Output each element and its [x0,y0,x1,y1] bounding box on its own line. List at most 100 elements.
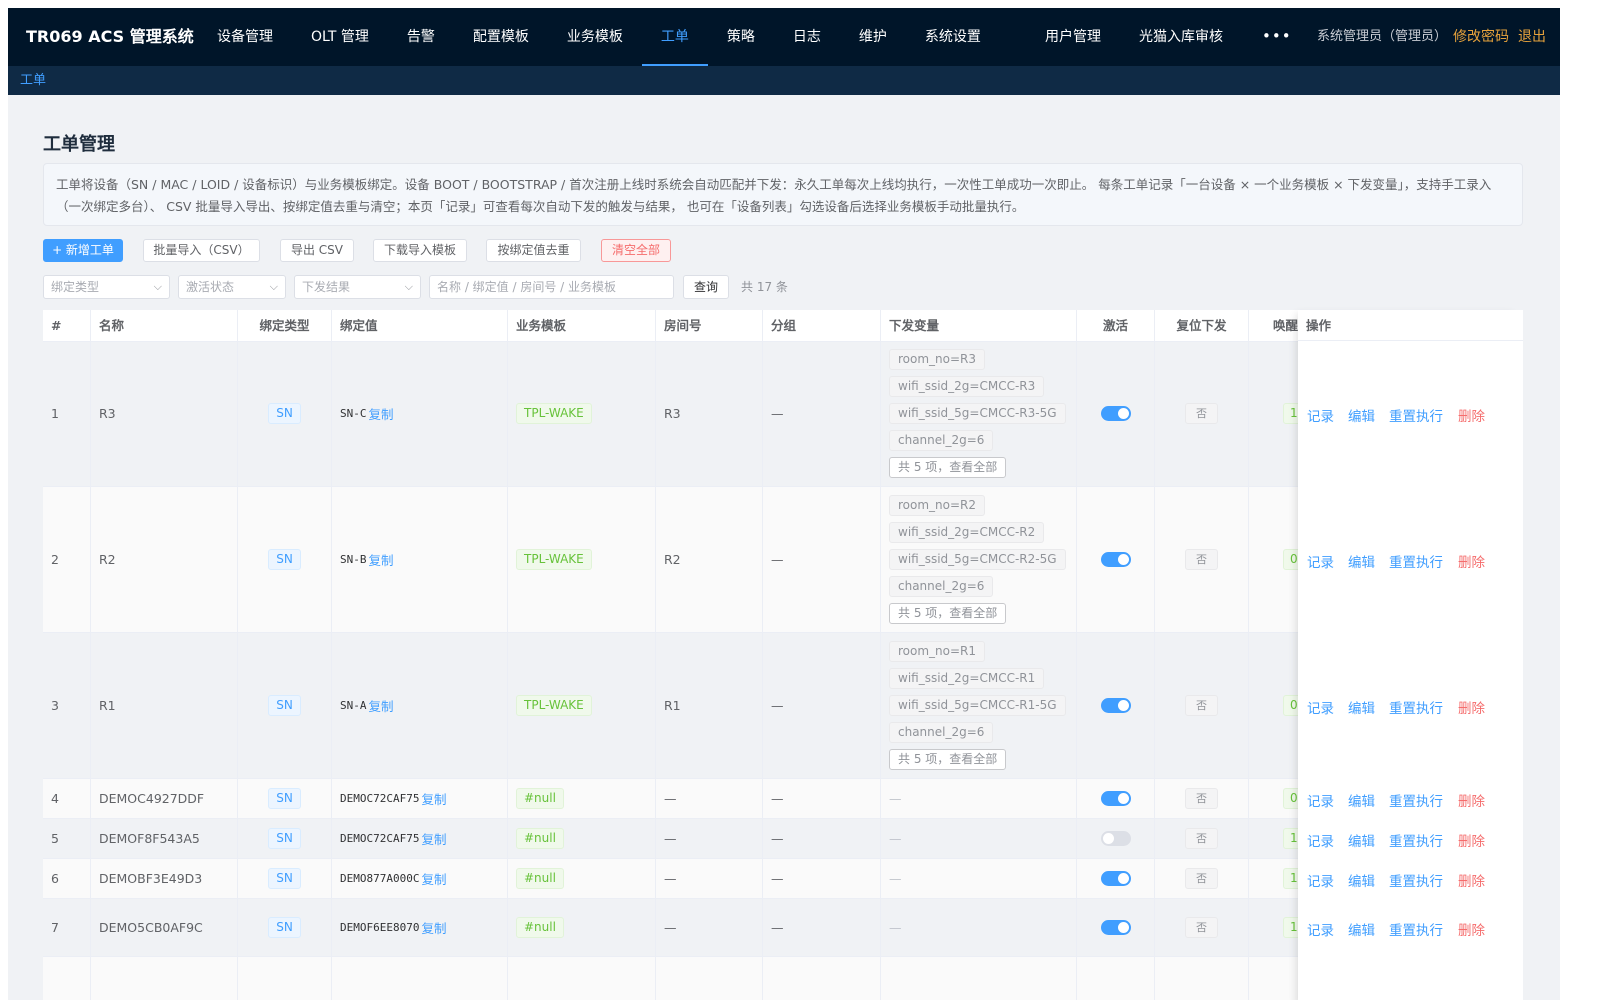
nav-alarm[interactable]: 告警 [388,8,454,66]
delete-link[interactable]: 删除 [1458,697,1485,717]
delete-link[interactable]: 删除 [1458,405,1485,425]
export-csv-button[interactable]: 导出 CSV [280,239,354,262]
record-link[interactable]: 记录 [1307,790,1334,810]
active-toggle[interactable] [1100,871,1131,886]
rerun-link[interactable]: 重置执行 [1389,830,1443,850]
dedupe-by-bind-value-button[interactable]: 按绑定值去重 [486,239,581,262]
nav-log[interactable]: 日志 [774,8,840,66]
copy-link[interactable]: 复制 [369,404,394,423]
search-input[interactable] [429,275,674,299]
vars-cell: room_no=R2 wifi_ssid_2g=CMCC-R2 wifi_ssi… [881,487,1077,632]
nav-user-management[interactable]: 用户管理 [1026,8,1120,66]
delete-link[interactable]: 删除 [1458,790,1485,810]
rerun-link[interactable]: 重置执行 [1389,405,1443,425]
page-description: 工单将设备（SN / MAC / LOID / 设备标识）与业务模板绑定。设备 … [43,163,1523,226]
batch-import-csv-button[interactable]: 批量导入（CSV） [143,239,260,262]
record-link[interactable]: 记录 [1307,551,1334,571]
delete-link[interactable]: 删除 [1458,551,1485,571]
edit-link[interactable]: 编辑 [1348,919,1375,939]
add-work-order-button[interactable]: + 新增工单 [43,239,123,262]
delete-link[interactable]: 删除 [1458,919,1485,939]
reset-tag: 否 [1185,549,1218,570]
row-group: — [763,341,881,486]
query-button[interactable]: 查询 [683,275,729,299]
more-menu-icon[interactable]: ••• [1262,8,1292,66]
row-room: — [656,779,763,818]
bind-type-tag: SN [268,695,301,716]
copy-link[interactable]: 复制 [421,829,446,848]
row-room: R3 [656,341,763,486]
reset-tag: 否 [1185,403,1218,424]
edit-link[interactable]: 编辑 [1348,551,1375,571]
row-index: 6 [43,859,91,898]
bind-type-tag: SN [268,403,301,424]
view-all-vars-button[interactable]: 共 5 项，查看全部 [889,603,1007,624]
copy-link[interactable]: 复制 [369,550,394,569]
nav-policy[interactable]: 策略 [708,8,774,66]
view-all-vars-button[interactable]: 共 5 项，查看全部 [889,457,1007,478]
active-toggle[interactable] [1100,920,1131,935]
rerun-link[interactable]: 重置执行 [1389,870,1443,890]
active-state-select[interactable]: 激活状态 ⌵ [178,275,286,299]
nav-system-settings[interactable]: 系统设置 [906,8,1000,66]
row-name: DEMOC4927DDF [91,779,238,818]
col-header-vars: 下发变量 [881,310,1077,341]
row-group: — [763,487,881,632]
copy-link[interactable]: 复制 [421,789,446,808]
rerun-link[interactable]: 重置执行 [1389,551,1443,571]
result-select[interactable]: 下发结果 ⌵ [294,275,421,299]
delete-link[interactable]: 删除 [1458,870,1485,890]
copy-link[interactable]: 复制 [421,918,446,937]
record-link[interactable]: 记录 [1307,919,1334,939]
clear-all-button[interactable]: 清空全部 [601,239,671,262]
edit-link[interactable]: 编辑 [1348,790,1375,810]
nav-work-order[interactable]: 工单 [641,8,708,66]
nav-device-management[interactable]: 设备管理 [198,8,292,66]
chevron-down-icon: ⌵ [404,280,413,293]
active-toggle[interactable] [1100,698,1131,713]
record-link[interactable]: 记录 [1307,870,1334,890]
col-header-bind-value: 绑定值 [332,310,508,341]
nav-ont-storage-review[interactable]: 光猫入库审核 [1120,8,1242,66]
edit-link[interactable]: 编辑 [1348,830,1375,850]
nav-maintenance[interactable]: 维护 [840,8,906,66]
vars-cell: room_no=R3 wifi_ssid_2g=CMCC-R3 wifi_ssi… [881,341,1077,486]
change-password-link[interactable]: 修改密码 [1453,8,1509,66]
bind-type-tag: SN [268,868,301,889]
col-header-active: 激活 [1077,310,1155,341]
edit-link[interactable]: 编辑 [1348,870,1375,890]
page-title: 工单管理 [43,134,115,155]
edit-link[interactable]: 编辑 [1348,405,1375,425]
nav-service-template[interactable]: 业务模板 [548,8,642,66]
record-link[interactable]: 记录 [1307,405,1334,425]
row-name: R3 [91,341,238,486]
delete-link[interactable]: 删除 [1458,830,1485,850]
record-link[interactable]: 记录 [1307,697,1334,717]
nav-olt-management[interactable]: OLT 管理 [292,8,388,66]
vars-empty: — [889,831,902,846]
row-index: 2 [43,487,91,632]
rerun-link[interactable]: 重置执行 [1389,919,1443,939]
copy-link[interactable]: 复制 [421,869,446,888]
logout-link[interactable]: 退出 [1518,8,1546,66]
record-link[interactable]: 记录 [1307,830,1334,850]
view-all-vars-button[interactable]: 共 5 项，查看全部 [889,749,1007,770]
reset-tag: 否 [1185,828,1218,849]
active-toggle[interactable] [1100,406,1131,421]
bind-type-select-placeholder: 绑定类型 [51,280,100,294]
active-toggle[interactable] [1100,791,1131,806]
var-tag: channel_2g=6 [889,722,994,743]
rerun-link[interactable]: 重置执行 [1389,790,1443,810]
bind-type-select[interactable]: 绑定类型 ⌵ [43,275,170,299]
bind-value: SN-A [340,699,367,712]
active-toggle[interactable] [1100,831,1131,846]
edit-link[interactable]: 编辑 [1348,697,1375,717]
active-toggle[interactable] [1100,552,1131,567]
rerun-link[interactable]: 重置执行 [1389,697,1443,717]
copy-link[interactable]: 复制 [369,696,394,715]
breadcrumb-item-work-order[interactable]: 工单 [20,66,46,95]
col-header-room: 房间号 [656,310,763,341]
download-import-template-button[interactable]: 下载导入模板 [373,239,467,262]
nav-config-template[interactable]: 配置模板 [454,8,548,66]
app-frame: TR069 ACS 管理系统 设备管理 OLT 管理 告警 配置模板 业务模板 … [8,8,1560,1000]
